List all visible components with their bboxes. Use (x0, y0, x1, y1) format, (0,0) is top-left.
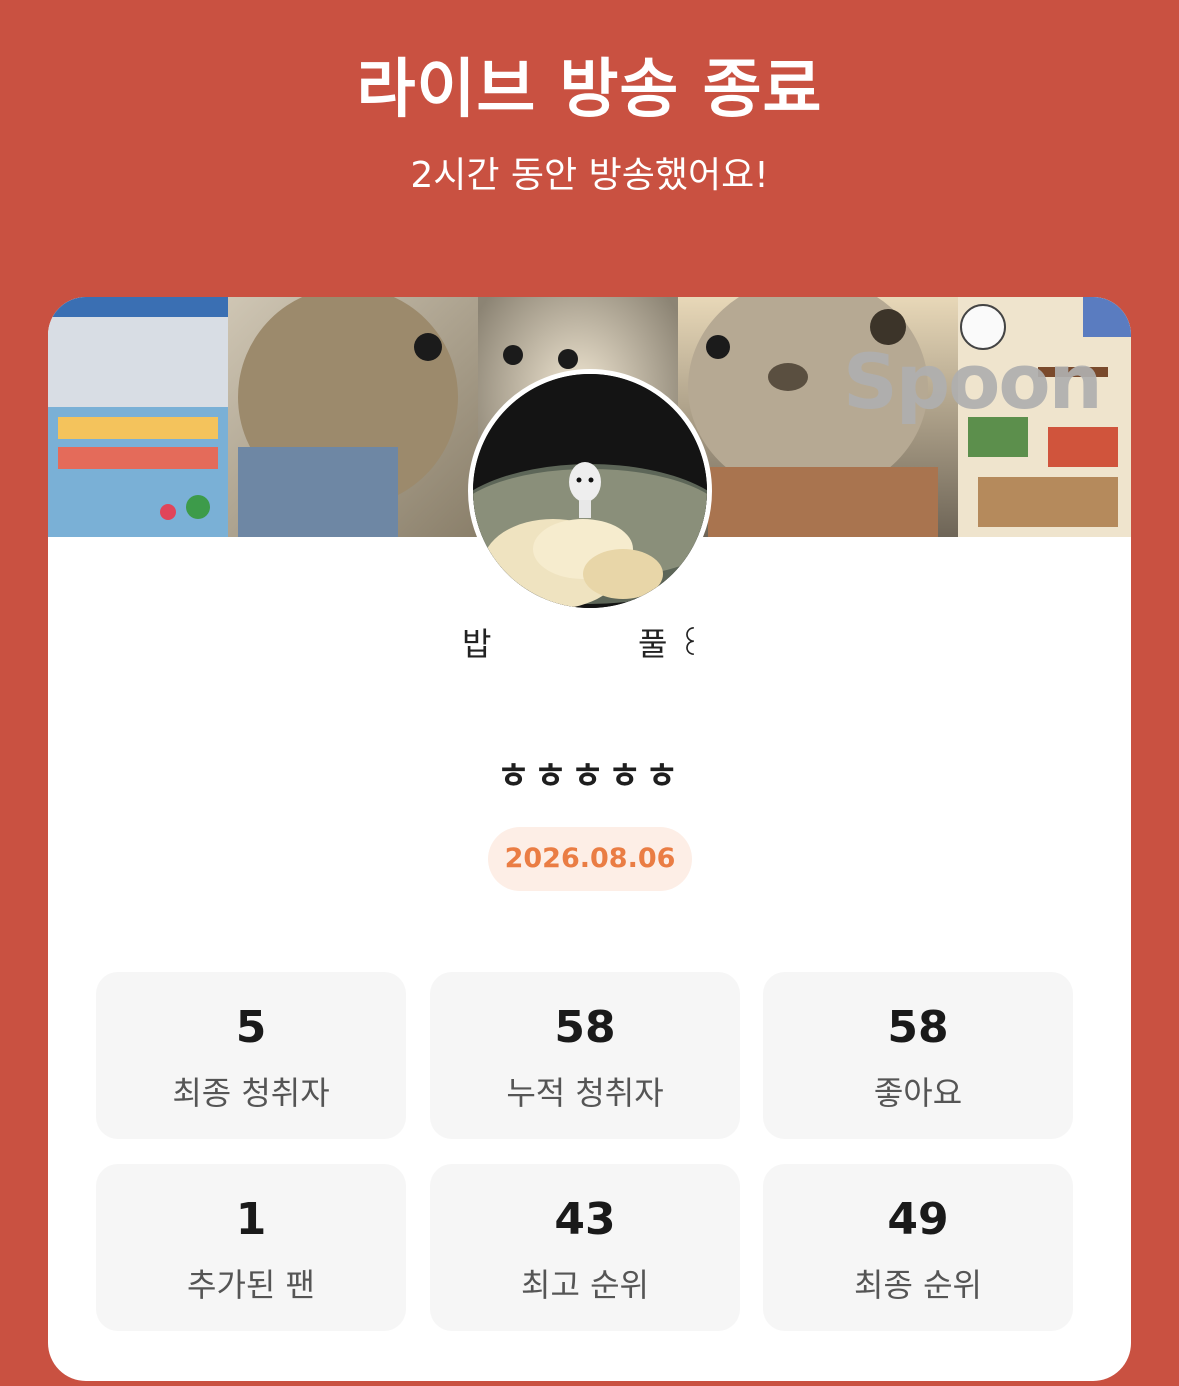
stat-total-listeners: 58 누적 청취자 (430, 972, 740, 1139)
stat-likes: 58 좋아요 (763, 972, 1073, 1139)
stat-value: 49 (887, 1194, 949, 1245)
broadcast-summary-card: Spoon 밥 풀 ꒰ ㅎㅎㅎㅎㅎ 2026.08.06 5 최종 청취자 58… (48, 297, 1131, 1381)
spoon-logo-watermark: Spoon (843, 337, 1103, 426)
stat-best-rank: 43 최고 순위 (430, 1164, 740, 1331)
stat-label: 최종 순위 (854, 1266, 982, 1304)
nickname-part2: 풀 ꒰ (638, 625, 703, 663)
stat-label: 최종 청취자 (172, 1074, 330, 1112)
stat-label: 추가된 팬 (187, 1266, 315, 1304)
stat-label: 좋아요 (873, 1074, 963, 1112)
stat-value: 5 (235, 1002, 267, 1053)
stat-value: 43 (554, 1194, 616, 1245)
stat-new-fans: 1 추가된 팬 (96, 1164, 406, 1331)
header-title: 라이브 방송 종료 (356, 53, 823, 127)
stat-label: 최고 순위 (521, 1266, 649, 1304)
header-subtitle: 2시간 동안 방송했어요! (410, 155, 769, 196)
stat-value: 1 (235, 1194, 267, 1245)
nickname-part1: 밥 (462, 625, 492, 663)
date-badge: 2026.08.06 (488, 827, 692, 891)
avatar-image (473, 374, 707, 608)
stat-final-rank: 49 최종 순위 (763, 1164, 1073, 1331)
stat-value: 58 (887, 1002, 949, 1053)
stat-value: 58 (554, 1002, 616, 1053)
stat-final-listeners: 5 최종 청취자 (96, 972, 406, 1139)
nickname: 밥 풀 ꒰ (48, 619, 1131, 669)
stat-label: 누적 청취자 (506, 1074, 664, 1112)
live-title: ㅎㅎㅎㅎㅎ (496, 756, 683, 797)
stats-grid: 5 최종 청취자 58 누적 청취자 58 좋아요 1 추가된 팬 43 최고 … (96, 972, 1073, 1332)
profile-avatar[interactable] (468, 369, 712, 613)
